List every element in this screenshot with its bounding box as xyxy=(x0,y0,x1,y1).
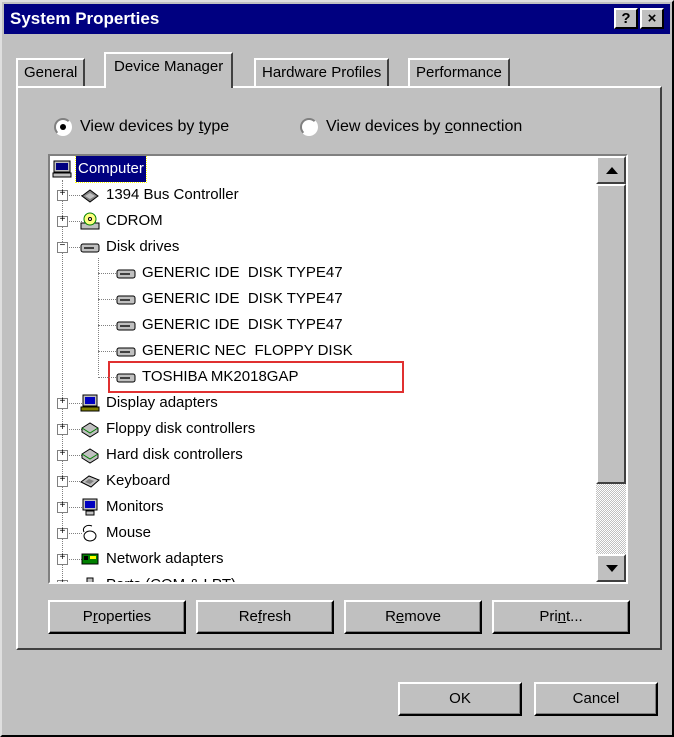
close-button[interactable]: × xyxy=(640,8,664,29)
tree-line xyxy=(98,273,116,274)
expand-icon[interactable]: + xyxy=(57,190,68,201)
tree-item-label: GENERIC IDE DISK TYPE47 xyxy=(142,290,343,307)
disk-drive-icon xyxy=(116,321,136,331)
expand-icon[interactable]: + xyxy=(57,476,68,487)
refresh-button[interactable]: Refresh xyxy=(196,600,334,634)
tree-item-label: Display adapters xyxy=(106,394,218,411)
port-icon xyxy=(86,577,94,582)
expand-icon[interactable]: + xyxy=(57,554,68,565)
device-tree-list: Computer + 1394 Bus Controller + CDROM −… xyxy=(50,156,596,582)
system-properties-window: System Properties ? × General Device Man… xyxy=(0,0,674,737)
scroll-up-button[interactable] xyxy=(596,156,626,184)
expand-icon[interactable]: + xyxy=(57,580,68,582)
disk-drive-icon xyxy=(116,373,136,383)
tree-item-label: Network adapters xyxy=(106,550,224,567)
expand-icon[interactable]: + xyxy=(57,216,68,227)
tree-item-label: GENERIC IDE DISK TYPE47 xyxy=(142,264,343,281)
title-bar[interactable]: System Properties ? × xyxy=(4,4,670,34)
help-button[interactable]: ? xyxy=(614,8,638,29)
tree-item-label: Hard disk controllers xyxy=(106,446,243,463)
display-adapter-icon xyxy=(80,394,100,412)
expand-icon[interactable]: + xyxy=(57,502,68,513)
expand-icon[interactable]: + xyxy=(57,424,68,435)
tree-item-label: Monitors xyxy=(106,498,164,515)
tab-general[interactable]: General xyxy=(16,58,86,88)
tree-item-label: Computer xyxy=(75,156,147,183)
disk-drive-icon xyxy=(80,243,100,253)
tree-line xyxy=(98,258,99,375)
tab-device-manager[interactable]: Device Manager xyxy=(104,52,234,88)
bus-controller-icon xyxy=(81,189,99,203)
disk-drive-icon xyxy=(116,295,136,305)
scroll-thumb[interactable] xyxy=(596,184,626,484)
expand-icon[interactable]: + xyxy=(57,398,68,409)
scroll-down-button[interactable] xyxy=(596,554,626,582)
radio-view-by-type[interactable]: View devices by type xyxy=(54,118,229,136)
controller-icon xyxy=(81,448,99,464)
tree-item-label: Mouse xyxy=(106,524,152,541)
cancel-button[interactable]: Cancel xyxy=(534,682,658,716)
monitor-icon xyxy=(82,498,98,516)
tab-performance[interactable]: Performance xyxy=(408,58,510,88)
keyboard-icon xyxy=(80,475,100,488)
cdrom-icon xyxy=(80,212,100,230)
expand-icon[interactable]: + xyxy=(57,450,68,461)
tree-item-label: GENERIC IDE DISK TYPE47 xyxy=(142,316,343,333)
vertical-scrollbar[interactable] xyxy=(596,156,626,582)
arrow-down-icon xyxy=(606,565,618,572)
tree-item-label: 1394 Bus Controller xyxy=(106,186,239,203)
arrow-up-icon xyxy=(606,167,618,174)
disk-drive-icon xyxy=(116,269,136,279)
computer-icon xyxy=(52,160,72,178)
tree-line xyxy=(98,351,116,352)
device-manager-panel: View devices by type View devices by con… xyxy=(16,86,662,650)
tree-item-label: Keyboard xyxy=(106,472,171,489)
radio-button-checked[interactable] xyxy=(54,118,72,136)
remove-button[interactable]: Remove xyxy=(344,600,482,634)
tree-line xyxy=(98,377,116,378)
tree-line xyxy=(98,325,116,326)
tree-item-label: Ports (COM & LPT) xyxy=(106,572,236,582)
print-button[interactable]: Print... xyxy=(492,600,630,634)
tree-item-computer[interactable]: Computer xyxy=(50,156,590,183)
tab-hardware-profiles[interactable]: Hardware Profiles xyxy=(254,58,390,88)
mouse-icon xyxy=(83,525,97,542)
radio-label-by-connection: View devices by connection xyxy=(326,118,523,135)
controller-icon xyxy=(81,422,99,438)
radio-button[interactable] xyxy=(300,118,318,136)
expand-icon[interactable]: + xyxy=(57,528,68,539)
radio-view-by-connection[interactable]: View devices by connection xyxy=(300,118,522,136)
tree-item-label: CDROM xyxy=(106,212,163,229)
disk-drive-icon xyxy=(116,347,136,357)
window-title: System Properties xyxy=(10,9,160,28)
tree-line xyxy=(98,299,116,300)
radio-label-by-type: View devices by type xyxy=(80,118,230,135)
properties-button[interactable]: Properties xyxy=(48,600,186,634)
ok-button[interactable]: OK xyxy=(398,682,522,716)
tree-item-label: Floppy disk controllers xyxy=(106,420,256,437)
tree-item-label: TOSHIBA MK2018GAP xyxy=(142,368,299,385)
tree-item-label: Disk drives xyxy=(106,238,180,255)
network-adapter-icon xyxy=(81,553,99,565)
device-tree[interactable]: Computer + 1394 Bus Controller + CDROM −… xyxy=(48,154,628,584)
collapse-icon[interactable]: − xyxy=(57,242,68,253)
